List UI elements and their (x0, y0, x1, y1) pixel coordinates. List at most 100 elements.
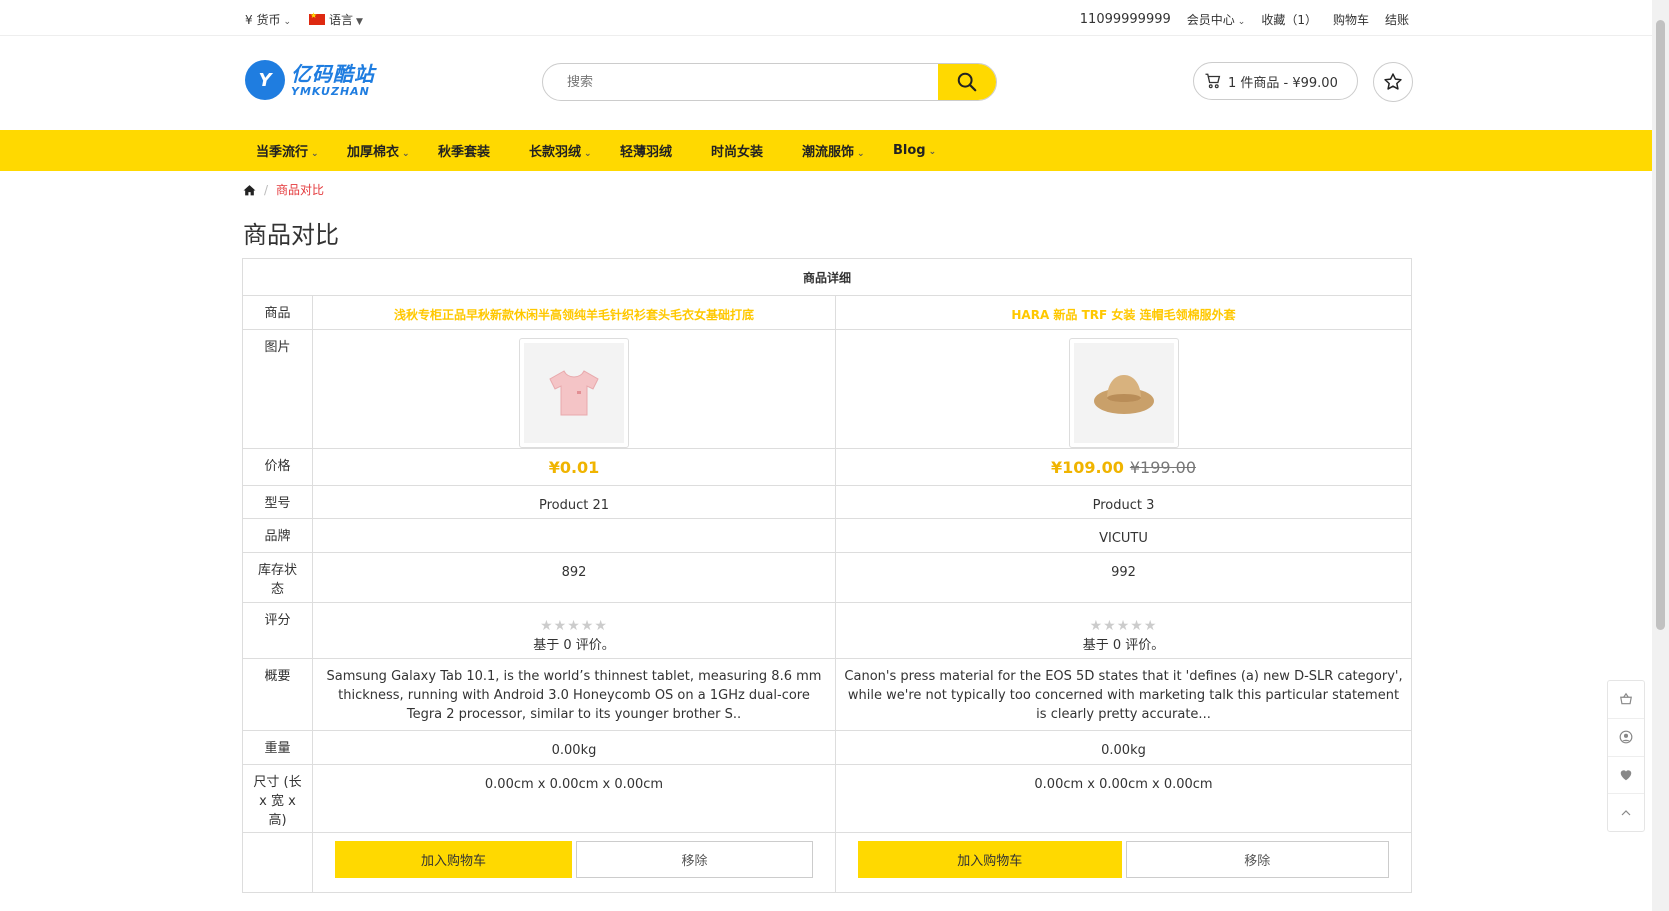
nav-item-label: 加厚棉衣 (347, 145, 400, 160)
summary-text: Canon's press material for the EOS 5D st… (835, 658, 1412, 731)
product-image[interactable] (1068, 338, 1179, 448)
nav-item-label: Blog (893, 143, 926, 158)
search-input[interactable] (543, 64, 938, 100)
breadcrumb-current[interactable]: 商品对比 (276, 181, 324, 198)
review-count: 基于 0 评价。 (533, 638, 615, 653)
logo-mark: Y (245, 60, 285, 100)
nav-item[interactable]: 加厚棉衣 ⌄ (347, 141, 438, 160)
cart-icon (1205, 73, 1221, 89)
old-price: ¥199.00 (1129, 457, 1197, 477)
add-to-cart-button[interactable]: 加入购物车 (858, 841, 1122, 878)
up-arrow-icon[interactable] (1608, 794, 1644, 831)
remove-button[interactable]: 移除 (576, 841, 813, 878)
currency-selector[interactable]: ¥ 货币 ⌄ (245, 11, 291, 28)
site-header: Y 亿码酷站 YMKUZHAN 1 件商品 - ¥99.00 (0, 36, 1652, 130)
row-label-actions (242, 832, 313, 893)
pink-tshirt-icon (549, 370, 599, 416)
search-button[interactable] (938, 64, 996, 100)
product-image-cell (835, 329, 1412, 449)
nav-item[interactable]: 秋季套装 (438, 141, 529, 160)
favorites-link[interactable]: 收藏（1） (1261, 11, 1317, 28)
weight-value: 0.00kg (835, 730, 1412, 765)
dimensions-value: 0.00cm x 0.00cm x 0.00cm (835, 764, 1412, 833)
caret-down-icon: ▼ (356, 17, 363, 27)
product-price: ¥0.01 (548, 457, 600, 477)
nav-item-label: 当季流行 (256, 145, 309, 160)
product-image[interactable] (519, 338, 629, 448)
nav-item[interactable]: 轻薄羽绒 (620, 141, 711, 160)
cart-link[interactable]: 购物车 (1333, 11, 1369, 28)
chevron-down-icon: ⌄ (283, 17, 291, 27)
brand-value[interactable]: VICUTU (835, 518, 1412, 553)
wishlist-button[interactable] (1373, 62, 1413, 102)
dimensions-value: 0.00cm x 0.00cm x 0.00cm (312, 764, 836, 833)
add-to-cart-button[interactable]: 加入购物车 (335, 841, 572, 878)
search-bar (542, 63, 997, 101)
checkout-link[interactable]: 结账 (1385, 11, 1409, 28)
nav-item[interactable]: 长款羽绒 ⌄ (529, 141, 620, 160)
row-label-price: 价格 (242, 448, 313, 486)
summary-text: Samsung Galaxy Tab 10.1, is the world’s … (312, 658, 836, 731)
cart-summary-text: 1 件商品 - ¥99.00 (1228, 75, 1338, 91)
language-selector[interactable]: 语言▼ (309, 11, 363, 28)
scrollbar-thumb[interactable] (1656, 20, 1665, 630)
nav-item-label: 轻薄羽绒 (620, 145, 673, 160)
rating-cell: ★★★★★ 基于 0 评价。 (835, 602, 1412, 659)
chevron-down-icon: ⌄ (311, 149, 319, 159)
review-count: 基于 0 评价。 (1082, 638, 1165, 653)
china-flag-icon (309, 11, 325, 25)
row-label-weight: 重量 (242, 730, 313, 765)
chevron-down-icon: ⌄ (584, 149, 592, 159)
row-label-model: 型号 (242, 485, 313, 519)
product-image-cell (312, 329, 836, 449)
breadcrumb: / 商品对比 (243, 181, 324, 198)
star-icon (1384, 73, 1402, 90)
page-scrollbar[interactable] (1652, 0, 1669, 911)
nav-item[interactable]: 当季流行 ⌄ (256, 141, 347, 160)
actions-cell: 加入购物车 移除 (312, 832, 836, 893)
remove-button[interactable]: 移除 (1125, 841, 1389, 878)
price-cell: ¥109.00 ¥199.00 (835, 448, 1412, 486)
product-name-link[interactable]: HARA 新品 TRF 女装 连帽毛领棉服外套 (835, 295, 1412, 330)
chevron-down-icon: ⌄ (1237, 17, 1246, 27)
currency-label: ¥ 货币 (245, 13, 281, 27)
site-logo[interactable]: Y 亿码酷站 YMKUZHAN (245, 60, 375, 100)
top-bar: ¥ 货币⌄ 语言▼ 11099999999 会员中心⌄ 收藏（1） 购物车 结账 (0, 0, 1652, 36)
price-cell: ¥0.01 (312, 448, 836, 486)
model-value: Product 21 (312, 485, 836, 519)
nav-item[interactable]: 潮流服饰 ⌄ (802, 141, 893, 160)
table-header: 商品详细 (242, 258, 1412, 296)
side-toolbar (1607, 680, 1645, 832)
nav-item-label: 秋季套装 (438, 145, 491, 160)
row-label-brand: 品牌 (242, 518, 313, 553)
product-name-link[interactable]: 浅秋专柜正品早秋新款休闲半高领纯羊毛针织衫套头毛衣女基础打底 (312, 295, 836, 330)
heart-icon[interactable] (1608, 757, 1644, 795)
row-label-summary: 概要 (242, 658, 313, 731)
straw-hat-icon (1093, 375, 1154, 414)
row-label-dimensions: 尺寸 (长 x 宽 x 高) (242, 764, 313, 833)
logo-cn-text: 亿码酷站 (291, 61, 375, 86)
nav-item-label: 时尚女装 (711, 145, 764, 160)
rating-stars: ★★★★★ (1089, 618, 1158, 634)
nav-item[interactable]: Blog ⌄ (893, 143, 953, 158)
row-label-product: 商品 (242, 295, 313, 330)
weight-value: 0.00kg (312, 730, 836, 765)
page-title: 商品对比 (243, 221, 339, 249)
logo-en-text: YMKUZHAN (291, 84, 370, 98)
brand-value (312, 518, 836, 553)
main-nav: 当季流行 ⌄ 加厚棉衣 ⌄ 秋季套装 长款羽绒 ⌄ 轻薄羽绒 时尚女装 潮流服饰 ⌄ Blog ⌄ (0, 130, 1652, 171)
actions-cell: 加入购物车 移除 (835, 832, 1412, 893)
row-label-image: 图片 (242, 329, 313, 449)
user-icon[interactable] (1608, 719, 1644, 757)
member-center-link[interactable]: 会员中心 ⌄ (1187, 11, 1246, 28)
nav-item[interactable]: 时尚女装 (711, 141, 802, 160)
rating-cell: ★★★★★ 基于 0 评价。 (312, 602, 836, 659)
stock-value: 892 (312, 552, 836, 603)
language-label: 语言 (329, 13, 354, 27)
breadcrumb-separator: / (264, 182, 269, 197)
model-value: Product 3 (835, 485, 1412, 519)
row-label-rating: 评分 (242, 602, 313, 659)
home-icon[interactable] (243, 184, 256, 196)
cart-summary-button[interactable]: 1 件商品 - ¥99.00 (1193, 62, 1358, 100)
basket-icon[interactable] (1608, 681, 1644, 719)
